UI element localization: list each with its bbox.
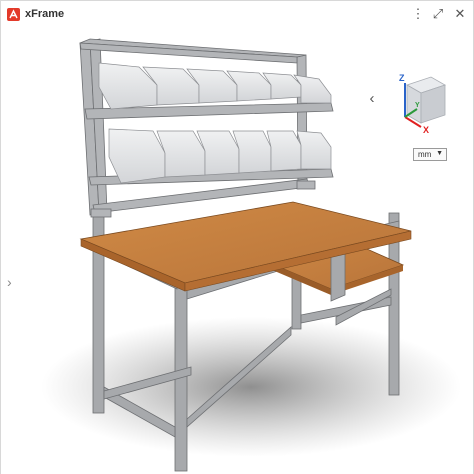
units-value: mm [418,150,432,159]
close-icon[interactable]: ✕ [451,5,469,23]
dropdown-arrow-icon: ▼ [436,150,443,157]
axis-z-label: Z [399,73,405,83]
title-bar: xFrame ⋮ ⤢ ✕ [1,1,473,27]
window-title: xFrame [25,8,65,20]
units-dropdown[interactable]: mm ▼ [413,148,447,161]
expand-icon[interactable]: ⤢ [429,5,447,23]
view-cube-icon[interactable]: Z X Y [395,71,449,135]
chevron-left-icon[interactable]: ‹ [365,91,379,107]
3d-viewport[interactable]: › ‹ Z X Y mm ▼ [1,27,473,474]
chevron-right-icon[interactable]: › [7,275,15,289]
more-icon[interactable]: ⋮ [409,5,427,23]
axis-y-label: Y [415,102,420,109]
app-window: xFrame ⋮ ⤢ ✕ › ‹ Z X Y mm ▼ [0,0,474,474]
app-logo-icon [7,8,20,21]
upper-bin-row [98,62,332,110]
axis-x-label: X [423,125,429,135]
